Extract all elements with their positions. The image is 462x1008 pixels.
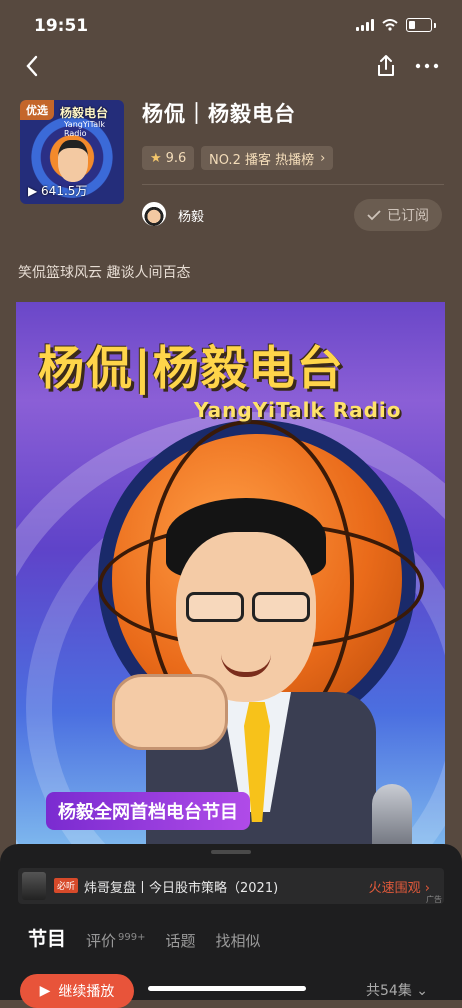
battery-icon [406, 18, 432, 32]
ad-banner[interactable]: 必听 炜哥复盘丨今日股市策略（2021) 火速围观 › 广告 [18, 868, 444, 904]
featured-badge: 优选 [20, 100, 54, 120]
chevron-down-icon: ⌄ [411, 983, 429, 999]
podcast-title: 杨侃｜杨毅电台 [142, 102, 296, 126]
signal-icon [356, 19, 374, 31]
drag-handle[interactable] [211, 850, 251, 854]
tab-episodes[interactable]: 节目 [28, 924, 66, 951]
microphone-icon [372, 784, 412, 850]
play-count: ▶ 641.5万 [28, 184, 88, 198]
continue-play-button[interactable]: ▶ 继续播放 [20, 974, 134, 1008]
divider [142, 184, 444, 185]
cover-art-banner: 杨毅全网首档电台节目 [46, 792, 250, 830]
pointing-hand-graphic [112, 674, 228, 750]
cover-art-title: 杨侃|杨毅电台 [38, 341, 345, 395]
host-caricature [58, 140, 88, 182]
podcast-cover-art: 杨侃|杨毅电台 YangYiTalk Radio 杨毅全网首档电台节目 [16, 302, 445, 850]
status-icons [356, 18, 436, 32]
continue-play-label: 继续播放 [58, 984, 115, 1000]
home-indicator [148, 986, 306, 991]
share-icon[interactable] [372, 52, 400, 80]
chevron-right-icon: › [320, 150, 326, 166]
ad-text: 炜哥复盘丨今日股市策略（2021) [84, 881, 279, 896]
play-icon: ▶ [28, 184, 42, 198]
check-icon [367, 210, 381, 221]
glasses-graphic [184, 592, 310, 622]
rank-tag[interactable]: NO.2 播客 热播榜 › [201, 146, 334, 170]
status-time: 19:51 [34, 16, 89, 36]
more-icon[interactable] [412, 52, 442, 80]
cover-art-subtitle: YangYiTalk Radio [194, 398, 402, 422]
rating-value: 9.6 [165, 150, 187, 166]
play-icon: ▶ [39, 983, 51, 999]
episode-count[interactable]: 共54集 ⌄ [366, 980, 428, 1000]
author-name[interactable]: 杨毅 [178, 206, 204, 225]
podcast-description: 笑侃篮球风云 趣谈人间百态 [18, 265, 191, 281]
tab-similar[interactable]: 找相似 [216, 930, 261, 951]
ad-cta[interactable]: 火速围观 › [369, 877, 430, 896]
podcast-cover-thumbnail[interactable]: 优选 杨毅电台 YangYiTalk Radio ▶ 641.5万 [20, 100, 124, 204]
author-avatar[interactable] [142, 202, 166, 226]
ad-label: 广告 [426, 895, 442, 904]
rank-label: NO.2 播客 热播榜 [209, 152, 315, 168]
subscribe-label: 已订阅 [387, 208, 429, 224]
thumbnail-subtitle: YangYiTalk Radio [64, 120, 105, 138]
wifi-icon [382, 19, 398, 31]
thumbnail-title: 杨毅电台 [60, 106, 109, 120]
subscribe-button[interactable]: 已订阅 [354, 199, 442, 231]
rating-tag: ★ 9.6 [142, 146, 195, 170]
star-icon: ★ [150, 150, 162, 166]
tab-bar: 节目 评价 999+ 话题 找相似 [28, 924, 261, 951]
tab-topics[interactable]: 话题 [166, 930, 196, 951]
ad-tag: 必听 [54, 878, 79, 893]
tab-reviews[interactable]: 评价 999+ [86, 930, 145, 951]
back-icon[interactable] [20, 52, 44, 80]
ad-thumbnail [22, 872, 46, 900]
review-count-badge: 999+ [118, 932, 146, 943]
